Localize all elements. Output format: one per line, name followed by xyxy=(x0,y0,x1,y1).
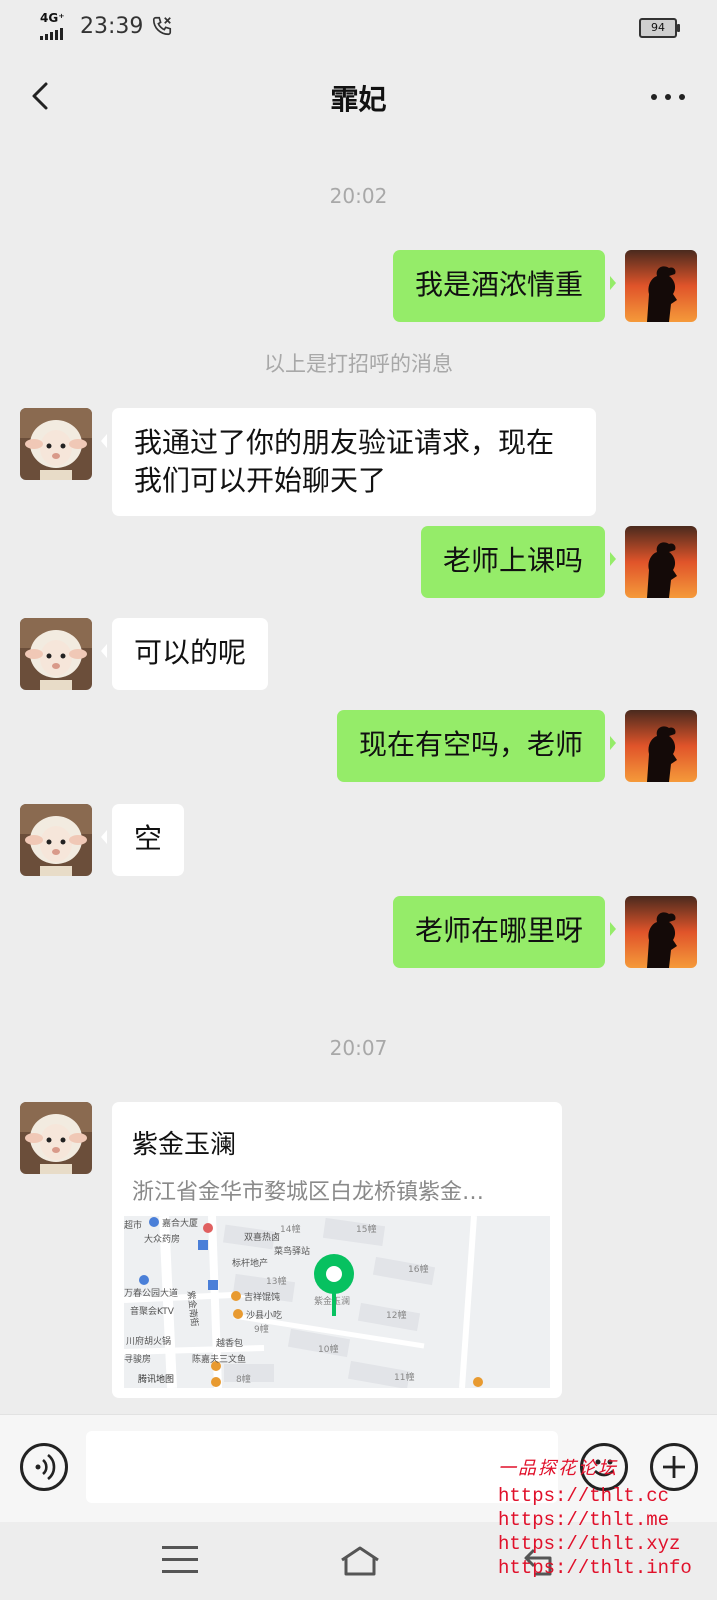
map-label: 12幢 xyxy=(386,1311,407,1321)
battery-indicator: 94 xyxy=(639,18,680,38)
map-label: 超市 xyxy=(124,1221,143,1231)
sent-bubble[interactable]: 我是酒浓情重 xyxy=(392,250,617,322)
message-received: 空 xyxy=(0,804,717,876)
watermark: 一品探花论坛 https://thlt.cc https://thlt.me h… xyxy=(498,1454,692,1580)
map-label: 15幢 xyxy=(356,1225,377,1235)
network-type: 4G⁺ xyxy=(40,11,65,25)
map-label: 嘉合大厦 xyxy=(162,1219,199,1229)
sent-bubble[interactable]: 老师在哪里呀 xyxy=(392,896,617,968)
chat-title: 霏妃 xyxy=(330,83,387,116)
status-bar: 4G⁺ 23:39 94 xyxy=(0,0,717,56)
my-avatar[interactable] xyxy=(625,526,697,598)
location-name: 紫金玉澜 xyxy=(132,1130,237,1160)
map-label: 越香包 xyxy=(216,1339,244,1349)
signal-indicator: 4G⁺ xyxy=(40,12,72,40)
contact-avatar[interactable] xyxy=(20,618,92,690)
my-avatar[interactable] xyxy=(625,250,697,322)
received-bubble[interactable]: 可以的呢 xyxy=(100,618,269,690)
message-sent: 老师上课吗 xyxy=(0,526,717,598)
status-time: 23:39 xyxy=(80,13,144,39)
location-card[interactable]: 紫金玉澜 浙江省金华市婺城区白龙桥镇紫金… 超市 嘉合大厦 大众药房 14幢 1… xyxy=(112,1102,562,1398)
chat-header: 霏妃 xyxy=(0,56,717,144)
message-received: 可以的呢 xyxy=(0,618,717,690)
received-bubble[interactable]: 我通过了你的朋友验证请求，现在我们可以开始聊天了 xyxy=(101,408,596,516)
map-label: 16幢 xyxy=(408,1265,429,1275)
map-label: 9幢 xyxy=(254,1325,269,1335)
map-pin-icon xyxy=(314,1254,354,1316)
map-label: 大众药房 xyxy=(144,1235,181,1245)
phone-forward-icon xyxy=(153,16,172,36)
timestamp: 20:02 xyxy=(329,184,388,208)
map-label: 标杆地产 xyxy=(232,1259,269,1269)
map-label: 沙县小吃 xyxy=(246,1311,283,1321)
home-icon[interactable] xyxy=(336,1540,384,1580)
watermark-url: https://thlt.cc xyxy=(498,1485,670,1507)
message-input[interactable] xyxy=(86,1431,558,1503)
menu-icon[interactable] xyxy=(162,1546,198,1574)
map-label: 双喜热卤 xyxy=(244,1233,281,1243)
map-label: 14幢 xyxy=(280,1225,301,1235)
map-label: 吉祥馄饨 xyxy=(244,1293,281,1303)
map-label: 音聚会KTV xyxy=(130,1307,174,1317)
system-notice: 以上是打招呼的消息 xyxy=(264,352,453,376)
signal-bars-icon xyxy=(40,26,72,40)
map-label: 菜鸟驿站 xyxy=(274,1247,311,1257)
message-list[interactable]: 20:02 我是酒浓情重 以上是打招呼的消息 我通过了你的朋友验证请求，现在我们… xyxy=(0,144,717,1414)
more-dots-icon[interactable] xyxy=(645,82,691,112)
contact-avatar[interactable] xyxy=(20,804,92,876)
map-label: 川府胡火锅 xyxy=(126,1337,172,1347)
map-label: 11幢 xyxy=(394,1373,415,1383)
received-bubble[interactable]: 空 xyxy=(100,804,185,876)
message-received: 我通过了你的朋友验证请求，现在我们可以开始聊天了 xyxy=(0,408,717,516)
map-label: 8幢 xyxy=(236,1375,251,1385)
contact-avatar[interactable] xyxy=(20,408,92,480)
contact-avatar[interactable] xyxy=(20,1102,92,1174)
sent-bubble[interactable]: 老师上课吗 xyxy=(420,526,617,598)
status-left: 4G⁺ 23:39 xyxy=(40,12,173,40)
watermark-url: https://thlt.me xyxy=(498,1509,670,1531)
map-label: 陈嘉夫三文鱼 xyxy=(192,1355,247,1365)
map-label: 万春公园大道 xyxy=(124,1289,179,1299)
watermark-url: https://thlt.info xyxy=(498,1557,692,1579)
watermark-title: 一品探花论坛 xyxy=(498,1458,618,1479)
watermark-url: https://thlt.xyz xyxy=(498,1533,681,1555)
voice-icon[interactable] xyxy=(20,1443,68,1491)
message-sent: 我是酒浓情重 xyxy=(0,250,717,322)
map-label: 10幢 xyxy=(318,1345,339,1355)
map-label: 13幢 xyxy=(266,1277,287,1287)
location-map[interactable]: 超市 嘉合大厦 大众药房 14幢 15幢 双喜热卤 菜鸟驿站 标杆地产 16幢 … xyxy=(124,1216,550,1388)
message-sent: 现在有空吗，老师 xyxy=(0,710,717,782)
message-received-location: 紫金玉澜 浙江省金华市婺城区白龙桥镇紫金… 超市 嘉合大厦 大众药房 14幢 1… xyxy=(0,1102,717,1398)
my-avatar[interactable] xyxy=(625,710,697,782)
my-avatar[interactable] xyxy=(625,896,697,968)
map-provider: 腾讯地图 xyxy=(138,1375,175,1385)
map-label: 寻骏房 xyxy=(124,1355,152,1365)
location-address: 浙江省金华市婺城区白龙桥镇紫金… xyxy=(132,1180,485,1205)
message-sent: 老师在哪里呀 xyxy=(0,896,717,968)
sent-bubble[interactable]: 现在有空吗，老师 xyxy=(336,710,617,782)
timestamp: 20:07 xyxy=(329,1036,388,1060)
